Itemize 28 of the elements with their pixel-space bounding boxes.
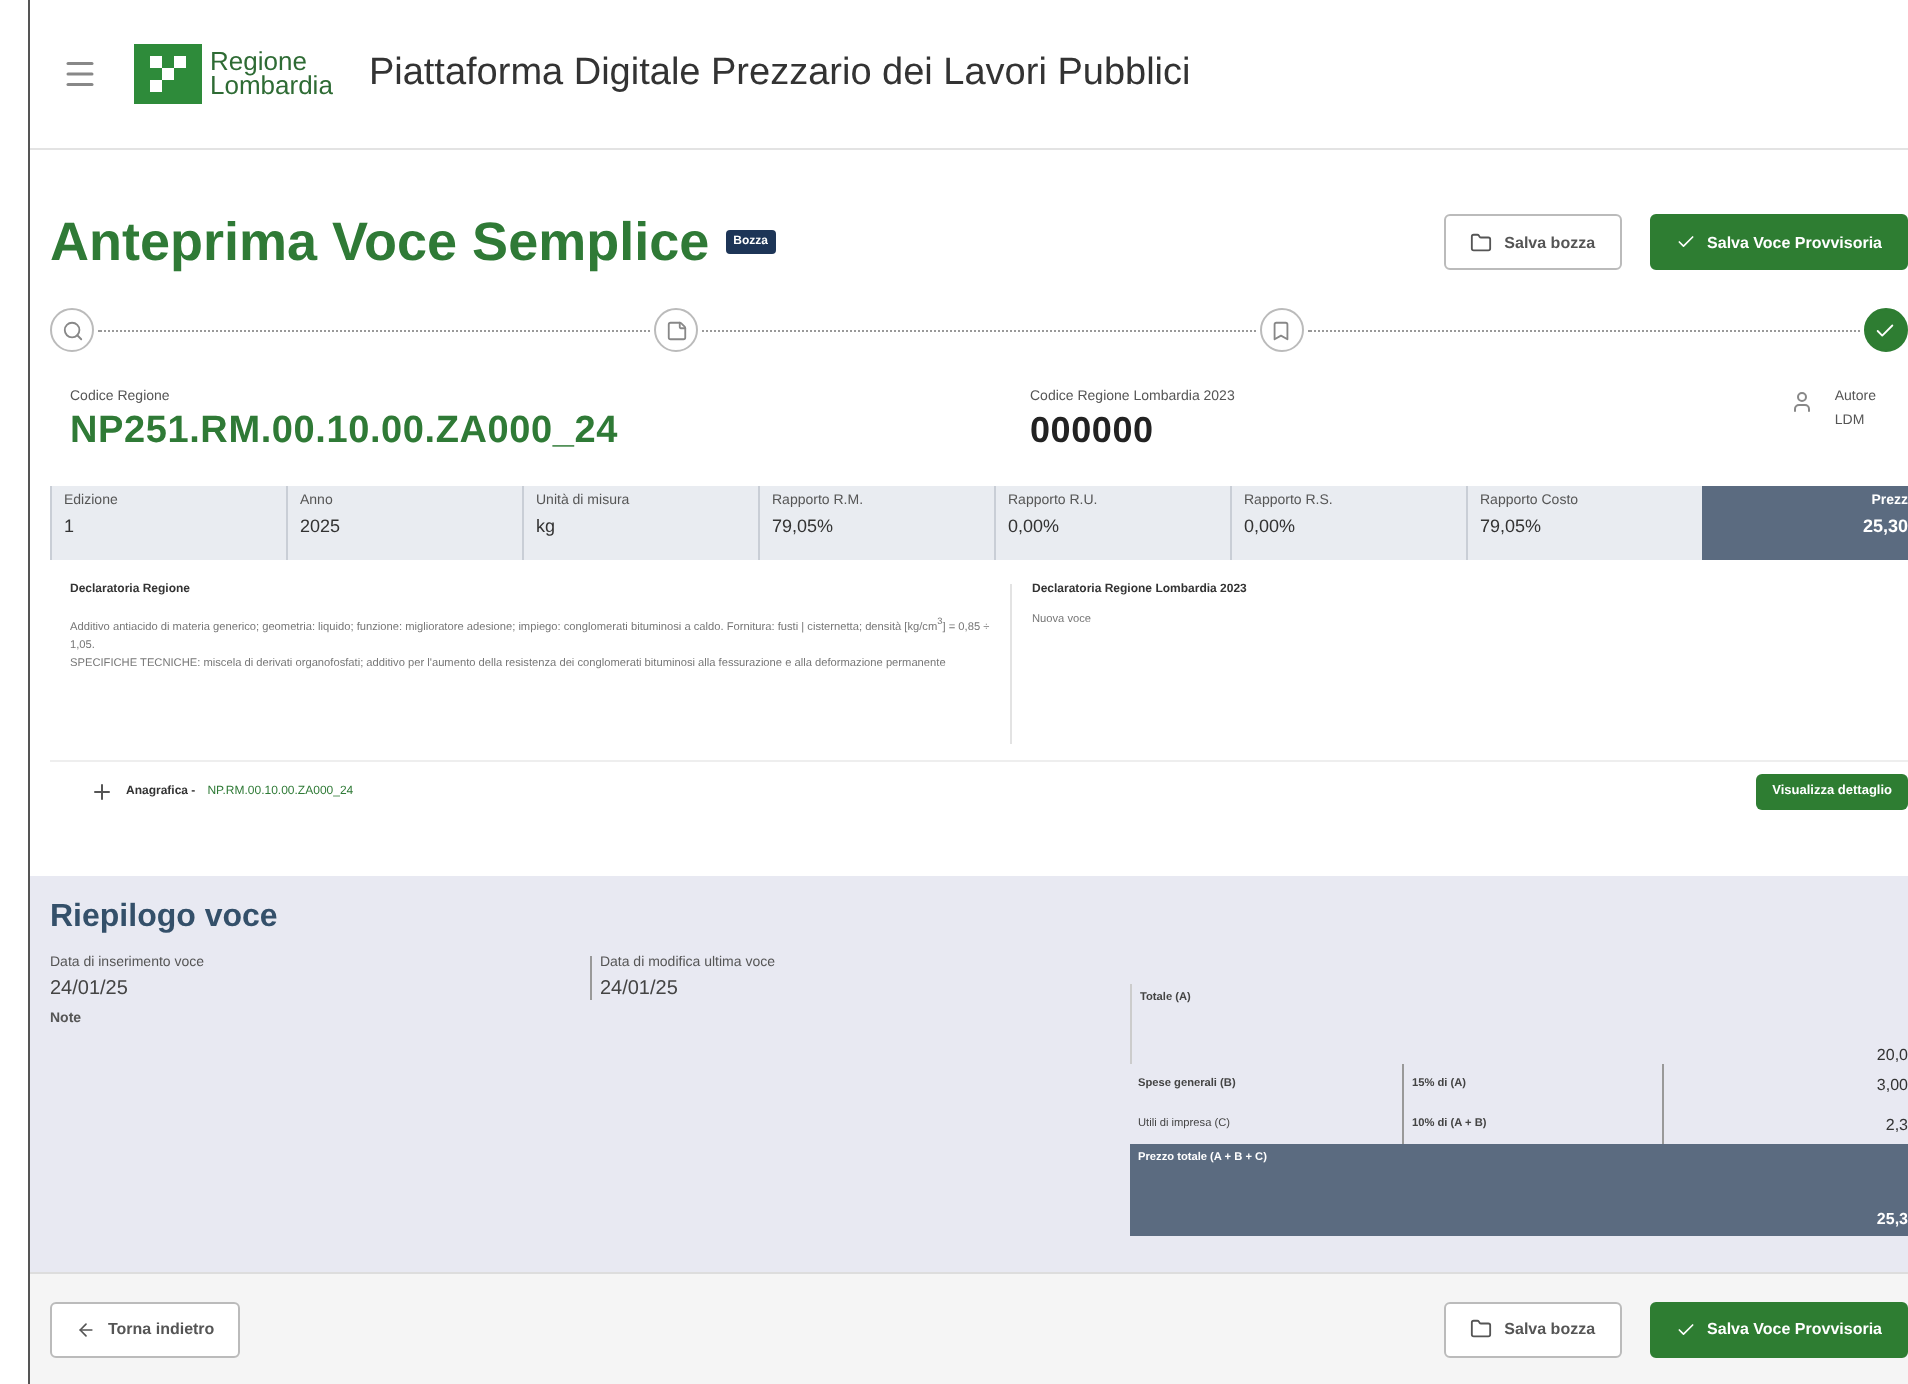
save-provisional-button[interactable]: Salva Voce Provvisoria bbox=[1649, 1301, 1908, 1357]
save-draft-button[interactable]: Salva bozza bbox=[1444, 214, 1622, 270]
date-value: 24/01/25 bbox=[599, 978, 680, 1000]
folder-icon bbox=[1470, 231, 1493, 253]
logo-icon bbox=[134, 44, 202, 104]
step-indicator[interactable] bbox=[1863, 308, 1908, 352]
step-indicator[interactable] bbox=[1259, 308, 1304, 352]
step-indicator[interactable] bbox=[50, 308, 94, 352]
date-value: 24/01/25 bbox=[50, 978, 130, 1000]
back-button[interactable]: Torna indietro bbox=[50, 1301, 241, 1357]
check-icon bbox=[1675, 1319, 1696, 1339]
menu-icon[interactable] bbox=[62, 56, 98, 92]
step-indicator[interactable] bbox=[654, 308, 699, 352]
code-value: 000000 bbox=[1030, 410, 1156, 452]
page-title: Anteprima Voce Semplice bbox=[50, 211, 710, 273]
app-title: Piattaforma Digitale Prezzario dei Lavori Pubblici bbox=[368, 52, 1191, 96]
back-arrow-icon bbox=[76, 1319, 96, 1339]
expand-icon[interactable] bbox=[90, 779, 114, 803]
save-provisional-button[interactable]: Salva Voce Provvisoria bbox=[1649, 214, 1908, 270]
save-draft-button[interactable]: Salva bozza bbox=[1444, 1301, 1622, 1357]
code-value: NP251.RM.00.10.00.ZA000_24 bbox=[70, 410, 620, 454]
cost-value: 3,00 bbox=[1662, 1064, 1908, 1104]
folder-icon bbox=[1470, 1318, 1493, 1340]
check-icon bbox=[1675, 232, 1696, 252]
summary-title: Riepilogo voce bbox=[50, 900, 280, 936]
user-icon bbox=[1790, 390, 1815, 414]
total-value: 20,0 bbox=[1876, 1046, 1908, 1064]
brand-name: Regione Lombardia bbox=[210, 50, 333, 98]
